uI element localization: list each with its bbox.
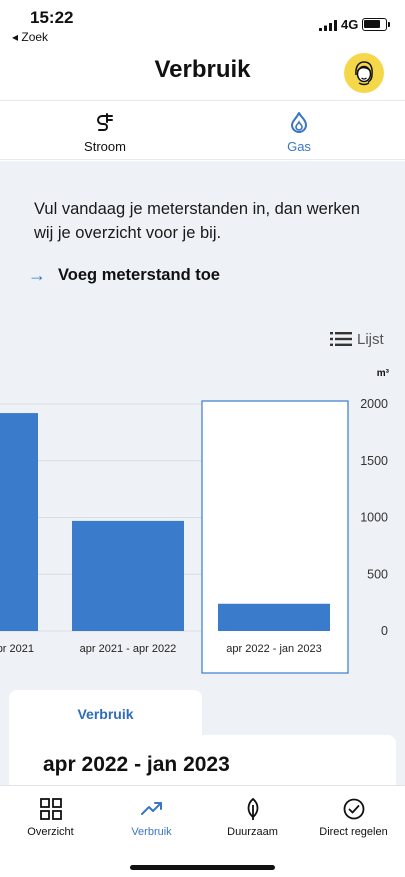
- add-meter-reading-label: Voeg meterstand toe: [58, 265, 220, 284]
- y-unit-label: m³: [377, 368, 390, 379]
- energy-type-tabs: Stroom Gas: [0, 100, 405, 160]
- status-time: 15:22: [30, 8, 74, 27]
- home-indicator: [130, 865, 275, 870]
- leaf-icon: [247, 798, 259, 820]
- selected-bar-highlight: [201, 400, 349, 674]
- nav-overzicht[interactable]: Overzicht: [0, 786, 101, 846]
- trend-up-icon: [141, 802, 162, 815]
- tab-gas[interactable]: Gas: [199, 101, 399, 161]
- plug-icon: [97, 113, 113, 131]
- nav-verbruik-label: Verbruik: [131, 826, 172, 838]
- chart-bar: [72, 520, 184, 631]
- user-face-icon: [355, 61, 373, 86]
- nav-direct-regelen[interactable]: Direct regelen: [303, 786, 404, 846]
- y-tick-label: 0: [381, 624, 388, 638]
- battery-icon: [362, 18, 387, 31]
- nav-duurzaam-label: Duurzaam: [227, 826, 278, 838]
- list-icon: [330, 332, 352, 346]
- y-tick-label: 1000: [360, 511, 388, 525]
- y-tick-label: 500: [367, 567, 388, 581]
- x-tick-label: pr 2021: [0, 643, 34, 655]
- add-meter-reading-link[interactable]: → Voeg meterstand toe: [28, 263, 220, 287]
- nav-duurzaam[interactable]: Duurzaam: [202, 786, 303, 846]
- status-bar: 15:22 ◂ Zoek 4G: [0, 0, 405, 44]
- tab-stroom[interactable]: Stroom: [5, 101, 205, 161]
- x-tick-label: apr 2022 - jan 2023: [226, 643, 321, 655]
- back-to-search-link[interactable]: ◂ Zoek: [12, 30, 48, 44]
- signal-icon: [319, 20, 337, 31]
- flame-icon: [291, 112, 307, 133]
- battery-tip: [388, 22, 390, 27]
- y-tick-label: 2000: [360, 397, 388, 411]
- chart-bar: [218, 603, 330, 631]
- meter-reading-message: Vul vandaag je meterstanden in, dan werk…: [34, 200, 360, 242]
- nav-overzicht-label: Overzicht: [27, 826, 74, 838]
- nav-direct-regelen-label: Direct regelen: [319, 826, 388, 838]
- tab-stroom-label: Stroom: [84, 139, 126, 154]
- network-type: 4G: [341, 17, 359, 32]
- card-tab-label: Verbruik: [77, 706, 134, 722]
- chart-bar: [0, 413, 38, 631]
- tab-verbruik-card[interactable]: Verbruik: [9, 690, 202, 738]
- avatar[interactable]: [344, 53, 384, 93]
- list-view-label: Lijst: [357, 330, 384, 348]
- tab-gas-label: Gas: [287, 139, 311, 154]
- period-summary-card: apr 2022 - jan 2023: [9, 735, 396, 785]
- gas-usage-chart: 2000 1500 1000 500 0 m³ pr 2021 apr 2021 - apr …: [0, 368, 390, 674]
- bottom-navigation: Overzicht Verbruik Duurzaam Direct regel…: [0, 785, 405, 877]
- y-tick-label: 1500: [360, 454, 388, 468]
- grid-icon: [40, 798, 62, 820]
- list-view-toggle[interactable]: Lijst: [330, 329, 384, 349]
- nav-verbruik[interactable]: Verbruik: [101, 786, 202, 846]
- check-circle-icon: [343, 798, 365, 820]
- x-tick-label: apr 2021 - apr 2022: [80, 643, 177, 655]
- gas-usage-content: Vul vandaag je meterstanden in, dan werk…: [0, 161, 405, 785]
- period-title: apr 2022 - jan 2023: [43, 753, 230, 776]
- arrow-right-icon: →: [28, 264, 46, 285]
